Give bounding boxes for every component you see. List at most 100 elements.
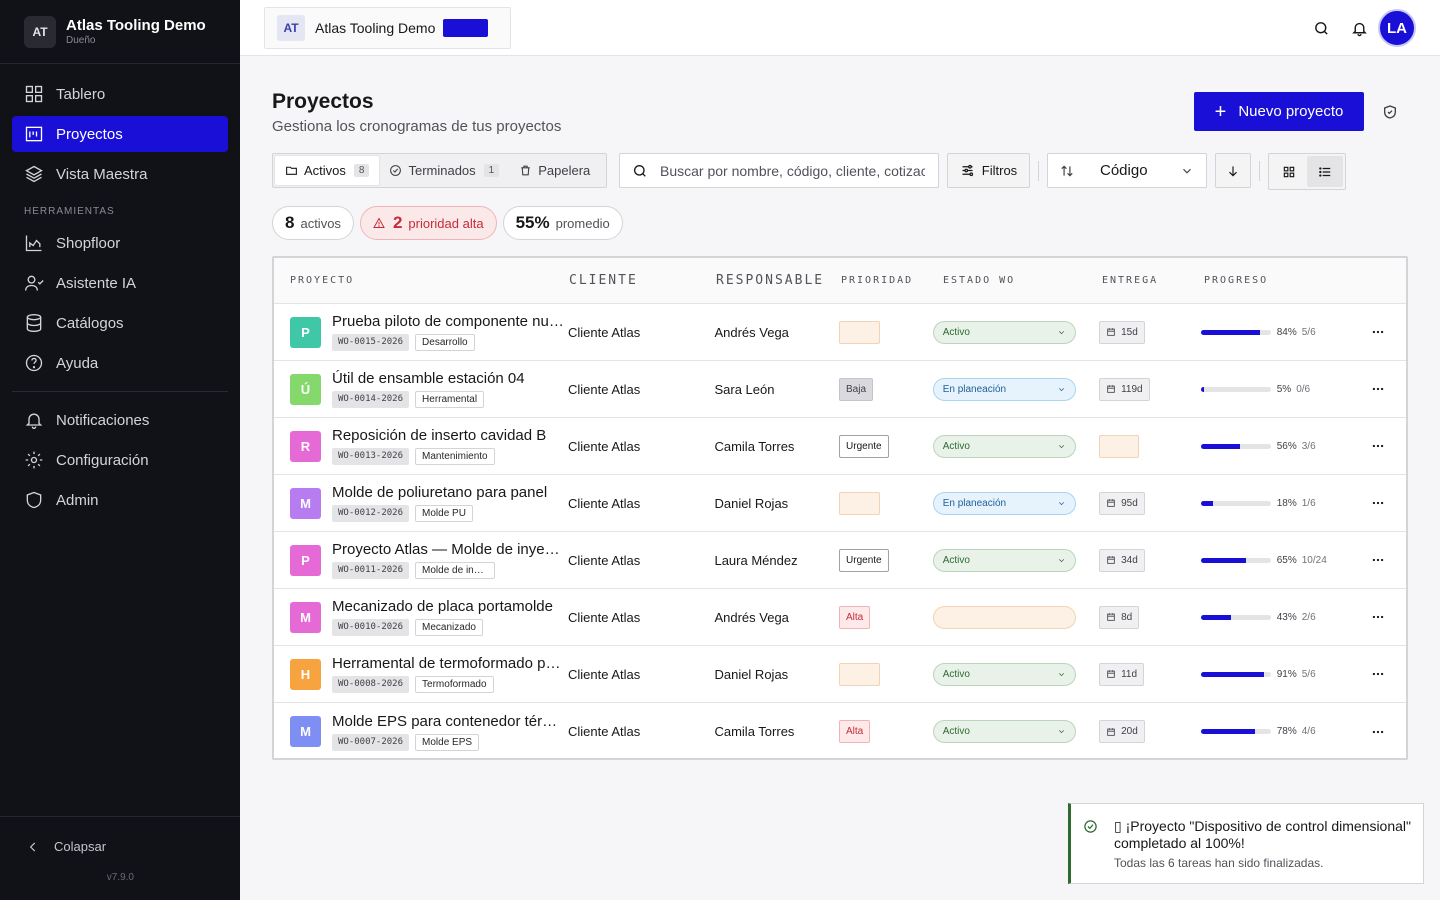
sidebar-item-asistente-ia[interactable]: Asistente IA bbox=[12, 265, 228, 301]
due-badge: 8d bbox=[1099, 605, 1140, 629]
project-name[interactable]: Mecanizado de placa portamolde bbox=[332, 598, 564, 615]
project-name[interactable]: Útil de ensamble estación 04 bbox=[332, 370, 564, 387]
status-dropdown[interactable]: Activo bbox=[932, 434, 1076, 458]
row-actions-button[interactable] bbox=[1368, 322, 1388, 342]
due-days: 8d bbox=[1121, 611, 1133, 623]
actions-cell bbox=[1350, 379, 1406, 399]
success-toast[interactable]: ▯ ¡Proyecto "Dispositivo de control dime… bbox=[1068, 803, 1424, 884]
calendar-icon bbox=[1107, 727, 1115, 736]
folder-icon bbox=[286, 166, 297, 175]
column-header-progreso[interactable]: PROGRESO bbox=[1204, 275, 1354, 286]
tab-papelera[interactable]: Papelera bbox=[509, 156, 600, 185]
project-name[interactable]: Herramental de termoformado para charola bbox=[332, 655, 564, 672]
database-icon bbox=[26, 314, 42, 333]
row-actions-button[interactable] bbox=[1368, 722, 1388, 742]
column-header-estado-wo[interactable]: ESTADO WO bbox=[935, 275, 1102, 286]
project-name[interactable]: Prueba piloto de componente nuevo bbox=[332, 313, 564, 330]
row-actions-button[interactable] bbox=[1368, 436, 1388, 456]
collapse-sidebar-button[interactable]: Colapsar bbox=[0, 817, 240, 854]
project-name[interactable]: Proyecto Atlas — Molde de inyección bbox=[332, 541, 564, 558]
row-actions-button[interactable] bbox=[1368, 664, 1388, 684]
sidebar-item-ayuda[interactable]: Ayuda bbox=[12, 345, 228, 381]
row-actions-button[interactable] bbox=[1368, 493, 1388, 513]
row-actions-button[interactable] bbox=[1368, 379, 1388, 399]
table-row[interactable]: P Proyecto Atlas — Molde de inyección WO… bbox=[274, 532, 1406, 589]
status-dropdown[interactable]: Activo bbox=[932, 720, 1076, 743]
column-header-cliente[interactable]: CLIENTE bbox=[569, 273, 716, 288]
sort-direction-button[interactable] bbox=[1215, 153, 1251, 188]
actions-cell bbox=[1350, 322, 1406, 342]
progress-cell: 5% 0/6 bbox=[1200, 384, 1350, 395]
due-badge: 11d bbox=[1099, 662, 1145, 686]
task-count: 4/6 bbox=[1301, 726, 1316, 737]
sidebar-item-vista-maestra[interactable]: Vista Maestra bbox=[12, 156, 228, 192]
filters-button[interactable]: Filtros bbox=[947, 153, 1030, 188]
status-dropdown[interactable]: Activo bbox=[932, 320, 1076, 344]
table-row[interactable]: H Herramental de termoformado para charo… bbox=[274, 646, 1406, 703]
priority-cell: Media bbox=[839, 491, 933, 515]
status-cell: Bloqueado bbox=[932, 605, 1099, 629]
table-row[interactable]: M Molde de poliuretano para panel WO-001… bbox=[274, 475, 1406, 532]
permissions-button[interactable] bbox=[1378, 100, 1402, 124]
due-days: 95d bbox=[1121, 497, 1138, 509]
tab-activos[interactable]: Activos 8 bbox=[275, 156, 380, 185]
task-count: 3/6 bbox=[1301, 440, 1316, 452]
status-cell: Activo bbox=[932, 434, 1099, 458]
work-order-code: WO-0008-2026 bbox=[332, 676, 410, 693]
row-actions-button[interactable] bbox=[1368, 607, 1388, 627]
table-row[interactable]: M Molde EPS para contenedor térmico WO-0… bbox=[274, 703, 1406, 758]
notifications-button[interactable] bbox=[1340, 9, 1378, 47]
project-type-tag: Desarrollo bbox=[415, 334, 475, 351]
column-header-prioridad[interactable]: PRIORIDAD bbox=[841, 275, 935, 286]
sidebar-item-shopfloor[interactable]: Shopfloor bbox=[12, 225, 228, 261]
column-header-entrega[interactable]: ENTREGA bbox=[1102, 275, 1204, 286]
tab-terminados[interactable]: Terminados 1 bbox=[379, 156, 509, 185]
actions-cell bbox=[1350, 550, 1406, 570]
project-name[interactable]: Molde EPS para contenedor térmico bbox=[332, 713, 564, 730]
project-initial-tile: M bbox=[290, 601, 321, 633]
sidebar-item-admin[interactable]: Admin bbox=[12, 482, 228, 518]
priority-badge: Urgente bbox=[839, 434, 889, 458]
column-header-proyecto[interactable]: PROYECTO bbox=[274, 275, 569, 286]
due-days: 119d bbox=[1121, 383, 1143, 395]
list-view-button[interactable] bbox=[1307, 156, 1343, 187]
sidebar-item-tablero[interactable]: Tablero bbox=[12, 76, 228, 112]
status-dropdown[interactable]: Activo bbox=[932, 662, 1076, 686]
project-initial-tile: M bbox=[290, 487, 321, 519]
status-dropdown[interactable]: Bloqueado bbox=[932, 605, 1076, 629]
sidebar-item-catalogos[interactable]: Catálogos bbox=[12, 305, 228, 341]
new-project-button[interactable]: + Nuevo proyecto bbox=[1194, 92, 1364, 131]
column-header-responsable[interactable]: RESPONSABLE bbox=[716, 273, 841, 288]
search-input[interactable] bbox=[660, 162, 925, 179]
user-avatar[interactable]: LA bbox=[1378, 9, 1416, 47]
sidebar-item-notificaciones[interactable]: Notificaciones bbox=[12, 402, 228, 438]
progress-fill bbox=[1200, 557, 1247, 563]
grid-view-button[interactable] bbox=[1271, 156, 1307, 187]
project-name[interactable]: Reposición de inserto cavidad B bbox=[332, 427, 564, 444]
sort-field-select[interactable]: Código bbox=[1047, 153, 1207, 188]
project-initial-tile: M bbox=[290, 716, 321, 747]
brand-header[interactable]: AT Atlas Tooling Demo Dueño bbox=[0, 0, 240, 64]
table-row[interactable]: Ú Útil de ensamble estación 04 WO-0014-2… bbox=[274, 361, 1406, 418]
row-actions-button[interactable] bbox=[1368, 550, 1388, 570]
sidebar-footer: Colapsar v7.9.0 bbox=[0, 816, 240, 900]
toast-description: Todas las 6 tareas han sido finalizadas. bbox=[1114, 856, 1324, 870]
high-priority-pill[interactable]: 2 prioridad alta bbox=[359, 206, 497, 240]
status-dropdown[interactable]: En planeación bbox=[932, 377, 1076, 401]
status-label: Activo bbox=[942, 440, 970, 452]
table-row[interactable]: R Reposición de inserto cavidad B WO-001… bbox=[274, 418, 1406, 475]
table-row[interactable]: M Mecanizado de placa portamolde WO-0010… bbox=[274, 589, 1406, 646]
sidebar-item-proyectos[interactable]: Proyectos bbox=[12, 116, 228, 152]
project-name[interactable]: Molde de poliuretano para panel bbox=[332, 484, 564, 501]
owner-cell: Camila Torres bbox=[714, 724, 795, 739]
table-row[interactable]: P Prueba piloto de componente nuevo WO-0… bbox=[274, 304, 1406, 361]
status-dropdown[interactable]: En planeación bbox=[932, 491, 1076, 515]
status-dropdown[interactable]: Activo bbox=[932, 548, 1076, 572]
project-initial-tile: Ú bbox=[290, 373, 321, 405]
search-button[interactable] bbox=[1302, 9, 1340, 47]
stat-value: 2 bbox=[392, 213, 403, 232]
progress-bar bbox=[1200, 557, 1271, 563]
actions-cell bbox=[1350, 493, 1406, 513]
organization-switcher[interactable]: AT Atlas Tooling Demo bbox=[264, 7, 511, 49]
sidebar-item-configuracion[interactable]: Configuración bbox=[12, 442, 228, 478]
